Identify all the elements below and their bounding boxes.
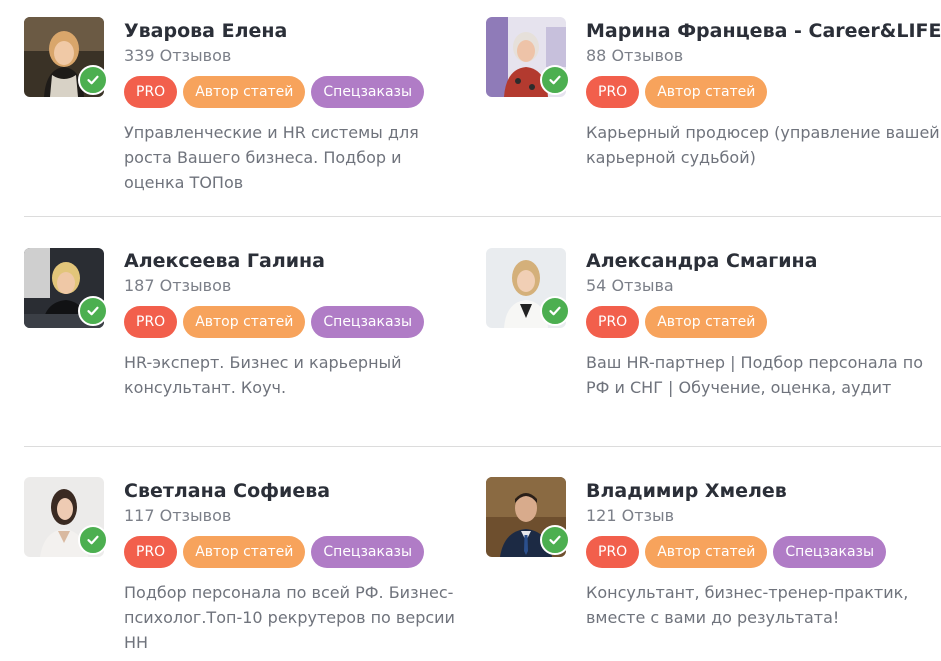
- badges: PRO Автор статей Спецзаказы: [586, 536, 941, 568]
- expert-info: Марина Францева - Career&LIFE 88 Отзывов…: [586, 19, 941, 170]
- avatar[interactable]: [486, 248, 570, 328]
- author-badge[interactable]: Автор статей: [645, 536, 768, 568]
- expert-description: Ваш HR-партнер | Подбор персонала по РФ …: [586, 353, 924, 397]
- reviews-count[interactable]: 187 Отзывов: [124, 276, 464, 296]
- experts-list: Уварова Елена 339 Отзывов PRO Автор стат…: [0, 0, 941, 661]
- author-badge[interactable]: Автор статей: [183, 306, 306, 338]
- avatar[interactable]: [24, 477, 108, 557]
- divider: [24, 216, 941, 217]
- expert-description: Подбор персонала по всей РФ. Бизнес-псих…: [124, 583, 455, 652]
- avatar[interactable]: [486, 17, 570, 97]
- special-orders-badge[interactable]: Спецзаказы: [773, 536, 887, 568]
- expert-info: Владимир Хмелев 121 Отзыв PRO Автор стат…: [586, 479, 941, 630]
- expert-description: Управленческие и HR системы для роста Ва…: [124, 123, 419, 192]
- author-badge[interactable]: Автор статей: [645, 306, 768, 338]
- badges: PRO Автор статей: [586, 306, 941, 338]
- verified-icon: [78, 65, 108, 95]
- author-badge[interactable]: Автор статей: [183, 536, 306, 568]
- pro-badge[interactable]: PRO: [586, 306, 640, 338]
- expert-card[interactable]: Уварова Елена 339 Отзывов PRO Автор стат…: [24, 0, 464, 217]
- experts-row: Уварова Елена 339 Отзывов PRO Автор стат…: [0, 0, 941, 217]
- expert-card[interactable]: Светлана Софиева 117 Отзывов PRO Автор с…: [24, 447, 464, 661]
- expert-info: Светлана Софиева 117 Отзывов PRO Автор с…: [124, 479, 464, 655]
- verified-icon: [78, 525, 108, 555]
- expert-card[interactable]: Алексеева Галина 187 Отзывов PRO Автор с…: [24, 218, 464, 446]
- pro-badge[interactable]: PRO: [586, 536, 640, 568]
- avatar[interactable]: [486, 477, 570, 557]
- expert-name[interactable]: Марина Францева - Career&LIFE: [586, 19, 941, 43]
- expert-name[interactable]: Александра Смагина: [586, 249, 941, 273]
- expert-info: Алексеева Галина 187 Отзывов PRO Автор с…: [124, 249, 464, 400]
- pro-badge[interactable]: PRO: [124, 536, 178, 568]
- reviews-count[interactable]: 339 Отзывов: [124, 46, 464, 66]
- badges: PRO Автор статей: [586, 76, 941, 108]
- special-orders-badge[interactable]: Спецзаказы: [311, 76, 425, 108]
- experts-row: Алексеева Галина 187 Отзывов PRO Автор с…: [0, 218, 941, 446]
- verified-icon: [540, 296, 570, 326]
- reviews-count[interactable]: 121 Отзыв: [586, 506, 941, 526]
- avatar[interactable]: [24, 248, 108, 328]
- expert-name[interactable]: Алексеева Галина: [124, 249, 464, 273]
- verified-icon: [540, 65, 570, 95]
- author-badge[interactable]: Автор статей: [183, 76, 306, 108]
- verified-icon: [540, 525, 570, 555]
- expert-card[interactable]: Владимир Хмелев 121 Отзыв PRO Автор стат…: [486, 447, 941, 661]
- expert-card[interactable]: Марина Францева - Career&LIFE 88 Отзывов…: [486, 0, 941, 217]
- reviews-count[interactable]: 117 Отзывов: [124, 506, 464, 526]
- expert-name[interactable]: Владимир Хмелев: [586, 479, 941, 503]
- expert-name[interactable]: Уварова Елена: [124, 19, 464, 43]
- expert-info: Уварова Елена 339 Отзывов PRO Автор стат…: [124, 19, 464, 195]
- pro-badge[interactable]: PRO: [586, 76, 640, 108]
- expert-name[interactable]: Светлана Софиева: [124, 479, 464, 503]
- pro-badge[interactable]: PRO: [124, 76, 178, 108]
- author-badge[interactable]: Автор статей: [645, 76, 768, 108]
- special-orders-badge[interactable]: Спецзаказы: [311, 536, 425, 568]
- expert-description: Карьерный продюсер (управление вашей кар…: [586, 123, 940, 167]
- badges: PRO Автор статей Спецзаказы: [124, 76, 464, 108]
- expert-card[interactable]: Александра Смагина 54 Отзыва PRO Автор с…: [486, 218, 941, 446]
- verified-icon: [78, 296, 108, 326]
- expert-description: Консультант, бизнес-тренер-практик, вмес…: [586, 583, 909, 627]
- experts-row: Светлана Софиева 117 Отзывов PRO Автор с…: [0, 447, 941, 661]
- expert-info: Александра Смагина 54 Отзыва PRO Автор с…: [586, 249, 941, 400]
- reviews-count[interactable]: 54 Отзыва: [586, 276, 941, 296]
- avatar[interactable]: [24, 17, 108, 97]
- badges: PRO Автор статей Спецзаказы: [124, 306, 464, 338]
- pro-badge[interactable]: PRO: [124, 306, 178, 338]
- expert-description: HR-эксперт. Бизнес и карьерный консульта…: [124, 353, 402, 397]
- reviews-count[interactable]: 88 Отзывов: [586, 46, 941, 66]
- badges: PRO Автор статей Спецзаказы: [124, 536, 464, 568]
- special-orders-badge[interactable]: Спецзаказы: [311, 306, 425, 338]
